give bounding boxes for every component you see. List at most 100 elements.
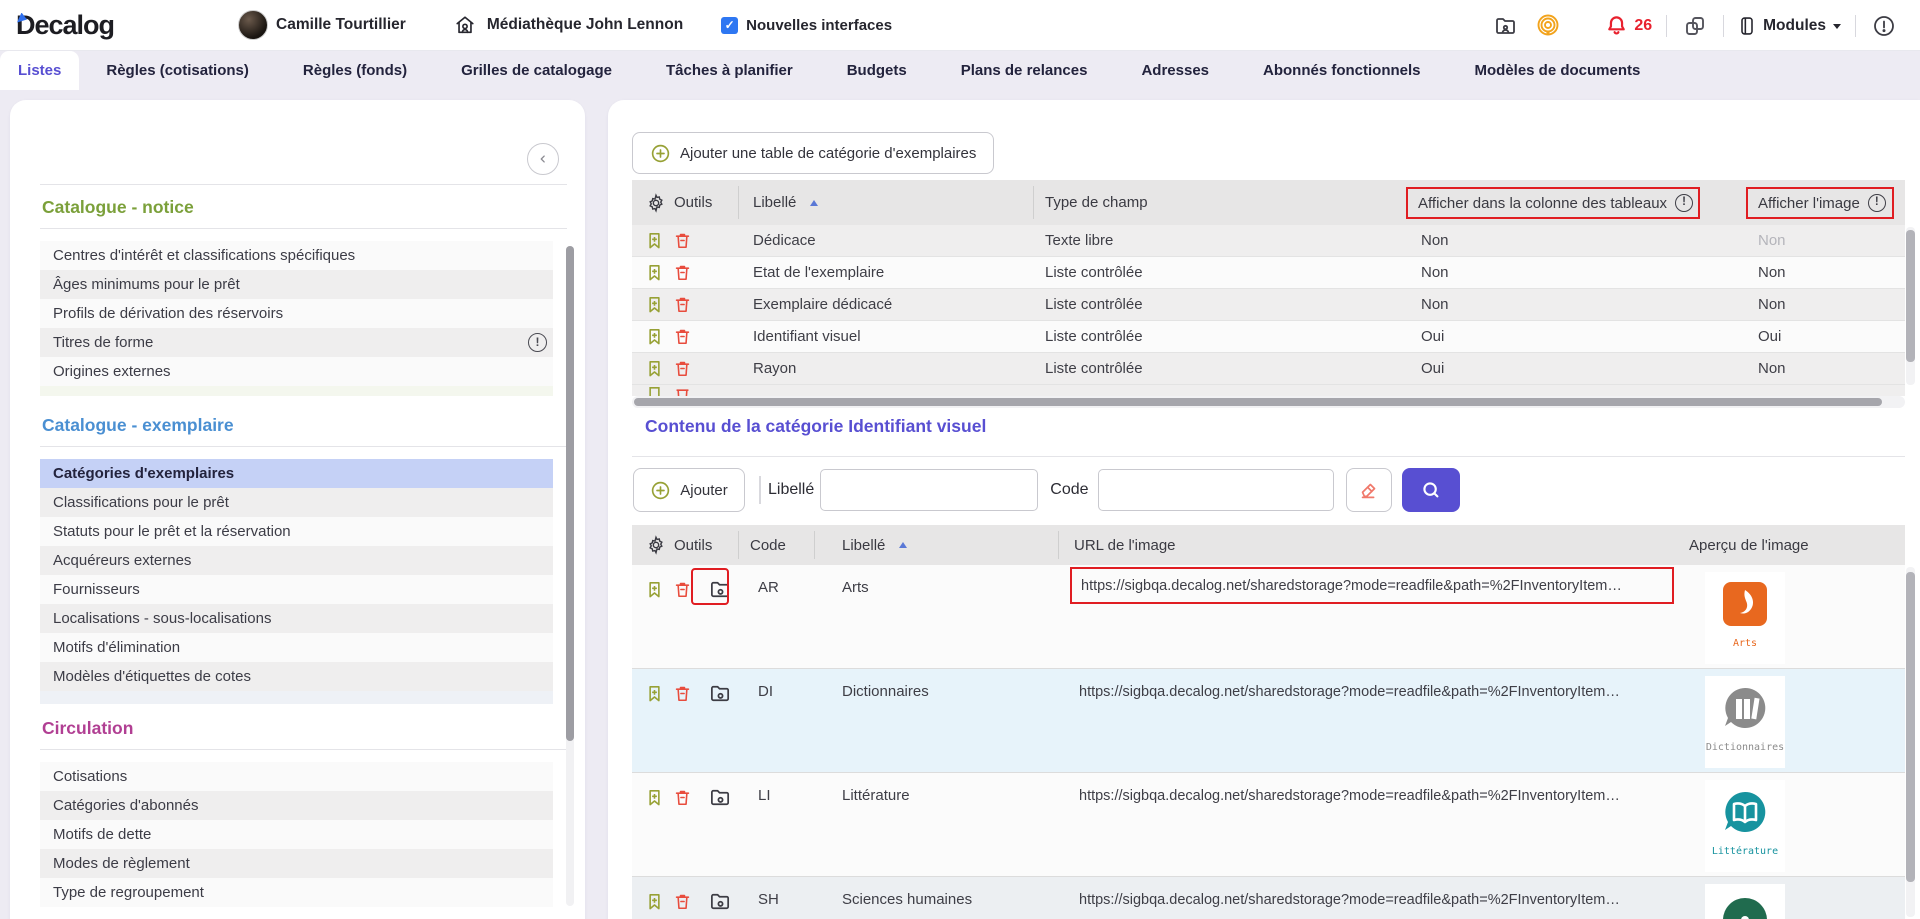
bookmark-add-icon[interactable]: [645, 788, 664, 807]
search-button[interactable]: [1402, 468, 1460, 512]
clear-filters-button[interactable]: [1346, 468, 1392, 512]
sort-ascending-icon: [899, 542, 907, 548]
folder-user-icon[interactable]: [1492, 12, 1520, 40]
sidebar-item-cotisations[interactable]: Cotisations: [40, 762, 553, 791]
checkbox-checked-icon[interactable]: ✓: [721, 17, 738, 34]
warning-icon[interactable]: !: [528, 333, 547, 352]
info-icon[interactable]: !: [1675, 194, 1693, 212]
bookmark-add-icon[interactable]: [645, 263, 664, 282]
tab-grilles-catalogage[interactable]: Grilles de catalogage: [434, 51, 639, 90]
table-row[interactable]: Etat de l'exemplaire Liste contrôlée Non…: [632, 257, 1905, 289]
bookmark-add-icon[interactable]: [645, 684, 664, 703]
header-preview: Aperçu de l'image: [1689, 525, 1809, 565]
notifications-button[interactable]: 26: [1602, 12, 1652, 40]
tab-plans-relances[interactable]: Plans de relances: [934, 51, 1115, 90]
section-title-circulation: Circulation: [42, 718, 567, 739]
sidebar-item-motifs-elimination[interactable]: Motifs d'élimination: [40, 633, 553, 662]
table-row[interactable]: LI Littérature https://sigbqa.decalog.ne…: [632, 773, 1905, 877]
table-row[interactable]: Dédicace Texte libre Non Non: [632, 225, 1905, 257]
table-row[interactable]: SH Sciences humaines https://sigbqa.deca…: [632, 877, 1905, 919]
scrollbar-thumb[interactable]: [1906, 572, 1915, 882]
sidebar-item-origines-externes[interactable]: Origines externes: [40, 357, 553, 386]
annotation-box-show-image: Afficher l'image !: [1746, 187, 1894, 219]
links-icon[interactable]: [1681, 12, 1709, 40]
info-icon[interactable]: !: [1868, 194, 1886, 212]
header-type-champ: Type de champ: [1045, 180, 1148, 225]
trash-icon[interactable]: [673, 263, 692, 282]
bookmark-add-icon[interactable]: [645, 359, 664, 378]
sidebar-item-titres-de-forme[interactable]: Titres de forme!: [40, 328, 553, 357]
bookmark-add-icon[interactable]: [645, 580, 664, 599]
sidebar-item-fournisseurs[interactable]: Fournisseurs: [40, 575, 553, 604]
sidebar-item-ages-minimums[interactable]: Âges minimums pour le prêt: [40, 270, 553, 299]
folder-image-icon[interactable]: [709, 682, 732, 705]
tab-regles-fonds[interactable]: Règles (fonds): [276, 51, 434, 90]
header-libelle[interactable]: Libellé: [753, 180, 818, 225]
tab-regles-cotisations[interactable]: Règles (cotisations): [79, 51, 276, 90]
folder-image-icon[interactable]: [709, 890, 732, 913]
code-search-input[interactable]: [1098, 469, 1334, 511]
tab-adresses[interactable]: Adresses: [1114, 51, 1236, 90]
bookmark-add-icon[interactable]: [645, 892, 664, 911]
bookmark-add-icon[interactable]: [645, 327, 664, 346]
scrollbar-thumb[interactable]: [1906, 230, 1915, 362]
sidebar-item-categories-abonnes[interactable]: Catégories d'abonnés: [40, 791, 553, 820]
user-menu[interactable]: Camille Tourtillier: [238, 10, 406, 40]
sidebar-item-type-regroupement[interactable]: Type de regroupement: [40, 878, 553, 907]
cell-show-in-column: Non: [1421, 289, 1449, 321]
modules-menu[interactable]: Modules: [1738, 16, 1841, 36]
tab-modeles-documents[interactable]: Modèles de documents: [1448, 51, 1668, 90]
sidebar-item-classifications-pret[interactable]: Classifications pour le prêt: [40, 488, 553, 517]
sidebar-item-statuts-pret-reservation[interactable]: Statuts pour le prêt et la réservation: [40, 517, 553, 546]
tab-listes[interactable]: Listes: [0, 51, 79, 90]
scrollbar-thumb[interactable]: [566, 246, 574, 741]
cell-code: SH: [758, 890, 779, 910]
new-interfaces-toggle[interactable]: ✓ Nouvelles interfaces: [721, 17, 892, 34]
folder-image-icon[interactable]: [709, 786, 732, 809]
add-value-button[interactable]: Ajouter: [633, 468, 745, 512]
sidebar-item-categories-exemplaires[interactable]: Catégories d'exemplaires: [40, 459, 553, 488]
trash-icon[interactable]: [673, 892, 692, 911]
cell-code: AR: [758, 578, 779, 598]
scrollbar-thumb[interactable]: [634, 398, 1882, 406]
header-libelle[interactable]: Libellé: [842, 525, 907, 565]
table-row[interactable]: Rayon Liste contrôlée Oui Non: [632, 353, 1905, 385]
libelle-search-input[interactable]: [820, 469, 1038, 511]
clipped-table-row: [632, 385, 1905, 396]
trash-icon[interactable]: [673, 580, 692, 599]
trash-icon[interactable]: [673, 231, 692, 250]
table-row[interactable]: DI Dictionnaires https://sigbqa.decalog.…: [632, 669, 1905, 773]
sidebar-item-modes-reglement[interactable]: Modes de règlement: [40, 849, 553, 878]
trash-icon[interactable]: [673, 327, 692, 346]
beacon-icon[interactable]: [1534, 12, 1562, 40]
add-category-table-button[interactable]: Ajouter une table de catégorie d'exempla…: [632, 132, 994, 174]
table2-scrollbar[interactable]: [1906, 567, 1915, 917]
sidebar-item-motifs-dette[interactable]: Motifs de dette: [40, 820, 553, 849]
trash-icon[interactable]: [673, 295, 692, 314]
sidebar-item-acquereurs-externes[interactable]: Acquéreurs externes: [40, 546, 553, 575]
trash-icon[interactable]: [673, 684, 692, 703]
list-spacer: [40, 386, 553, 396]
table1-scrollbar[interactable]: [1906, 227, 1915, 385]
help-icon[interactable]: [1870, 12, 1898, 40]
table-row[interactable]: Exemplaire dédicacé Liste contrôlée Non …: [632, 289, 1905, 321]
bookmark-add-icon[interactable]: [645, 231, 664, 250]
table-row[interactable]: Identifiant visuel Liste contrôlée Oui O…: [632, 321, 1905, 353]
tab-budgets[interactable]: Budgets: [820, 51, 934, 90]
tab-taches-planifier[interactable]: Tâches à planifier: [639, 51, 820, 90]
tab-abonnes-fonctionnels[interactable]: Abonnés fonctionnels: [1236, 51, 1448, 90]
library-selector[interactable]: Médiathèque John Lennon: [451, 11, 683, 39]
sidebar-item-profils-derivation[interactable]: Profils de dérivation des réservoirs: [40, 299, 553, 328]
section-items: Catégories d'exemplaires Classifications…: [40, 459, 553, 691]
sidebar-item-centres-interet[interactable]: Centres d'intérêt et classifications spé…: [40, 241, 553, 270]
app-logo[interactable]: Decalog: [16, 10, 114, 41]
bookmark-add-icon[interactable]: [645, 295, 664, 314]
sidebar-item-modeles-etiquettes[interactable]: Modèles d'étiquettes de cotes: [40, 662, 553, 691]
horizontal-scrollbar[interactable]: [632, 396, 1905, 408]
sidebar-collapse-button[interactable]: [527, 143, 559, 175]
trash-icon[interactable]: [673, 788, 692, 807]
sidebar-item-localisations[interactable]: Localisations - sous-localisations: [40, 604, 553, 633]
sidebar-scrollbar[interactable]: [566, 246, 574, 906]
table-row[interactable]: AR Arts https://sigbqa.decalog.net/share…: [632, 565, 1905, 669]
trash-icon[interactable]: [673, 359, 692, 378]
